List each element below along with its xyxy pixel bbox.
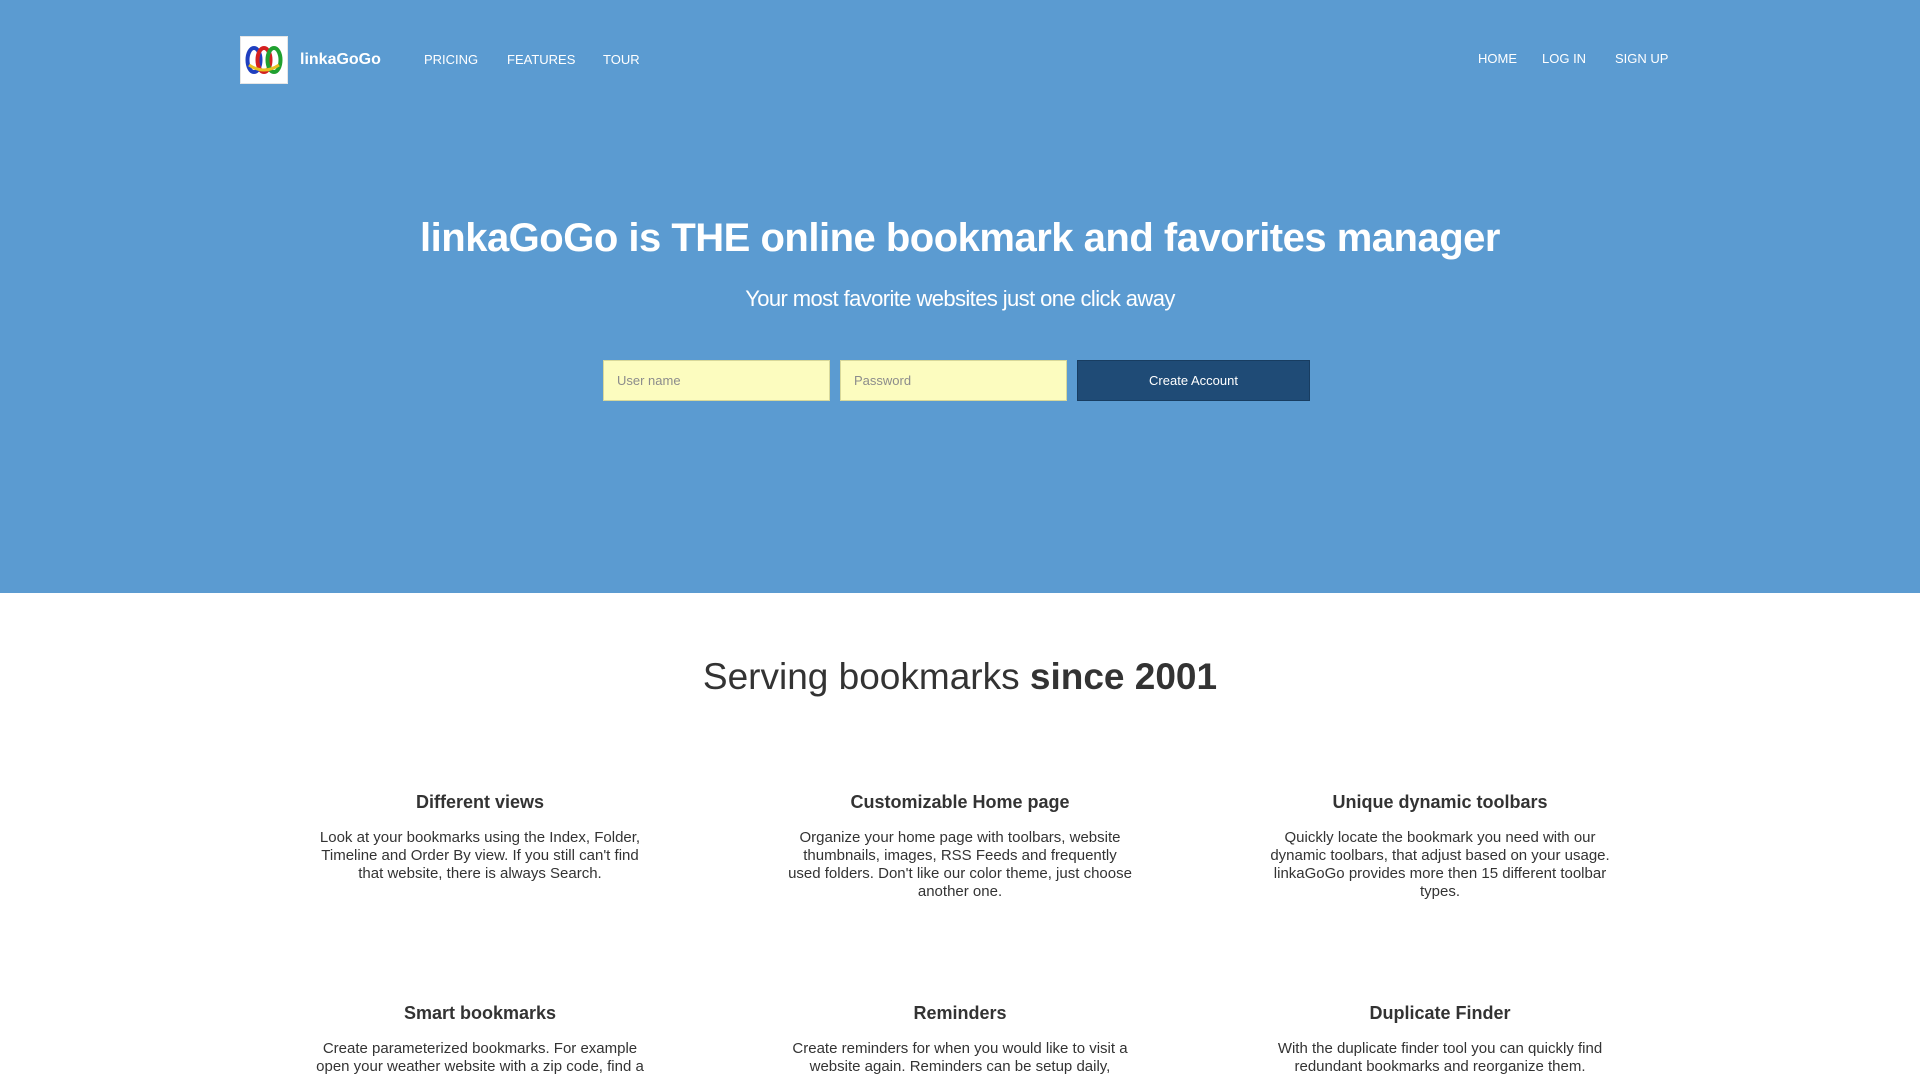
- feature-title: Smart bookmarks: [403, 1003, 557, 1023]
- nav-tour[interactable]: TOUR: [603, 53, 640, 67]
- feature-title: Customizable Home page: [850, 792, 1070, 812]
- interlocking-rings-logo-icon[interactable]: [240, 36, 288, 84]
- feature-title: Unique dynamic toolbars: [1332, 792, 1548, 812]
- feature-title: Reminders: [913, 1003, 1007, 1023]
- feature-reminders: Reminders Create reminders for when you …: [780, 1002, 1140, 1076]
- section-title: Serving bookmarks since 2001: [0, 652, 1920, 702]
- feature-customizable-home-page: Customizable Home page Organize your hom…: [780, 791, 1140, 901]
- feature-different-views: Different views Look at your bookmarks u…: [300, 791, 660, 883]
- password-input[interactable]: [840, 360, 1067, 401]
- section-title-normal: Serving bookmarks: [702, 656, 1030, 697]
- hero-title: linkaGoGo is THE online bookmark and fav…: [420, 216, 1500, 260]
- feature-text: With the duplicate finder tool you can q…: [1277, 1040, 1603, 1075]
- create-account-button[interactable]: Create Account: [1077, 360, 1310, 401]
- hero-section: linkaGoGo PRICING FEATURES TOUR HOME LOG…: [0, 0, 1920, 593]
- feature-text: Create reminders for when you would like…: [792, 1040, 1128, 1075]
- feature-unique-dynamic-toolbars: Unique dynamic toolbars Quickly locate t…: [1260, 791, 1620, 901]
- feature-duplicate-finder: Duplicate Finder With the duplicate find…: [1260, 1002, 1620, 1076]
- nav-log-in[interactable]: LOG IN: [1542, 52, 1586, 66]
- nav-features[interactable]: FEATURES: [507, 53, 575, 67]
- feature-title: Different views: [415, 792, 545, 812]
- hero-subtitle: Your most favorite websites just one cli…: [745, 286, 1175, 311]
- nav-sign-up[interactable]: SIGN UP: [1615, 52, 1668, 66]
- feature-title: Duplicate Finder: [1369, 1003, 1511, 1023]
- feature-text: Create parameterized bookmarks. For exam…: [316, 1040, 644, 1075]
- brand-name[interactable]: linkaGoGo: [300, 50, 381, 70]
- section-title-bold: since 2001: [1029, 656, 1218, 697]
- username-input[interactable]: [603, 360, 830, 401]
- feature-smart-bookmarks: Smart bookmarks Create parameterized boo…: [300, 1002, 660, 1076]
- feature-text: Look at your bookmarks using the Index, …: [319, 829, 641, 882]
- feature-text: Quickly locate the bookmark you need wit…: [1270, 829, 1610, 900]
- nav-pricing[interactable]: PRICING: [424, 53, 478, 67]
- feature-text: Organize your home page with toolbars, w…: [788, 829, 1132, 900]
- nav-home[interactable]: HOME: [1478, 52, 1517, 66]
